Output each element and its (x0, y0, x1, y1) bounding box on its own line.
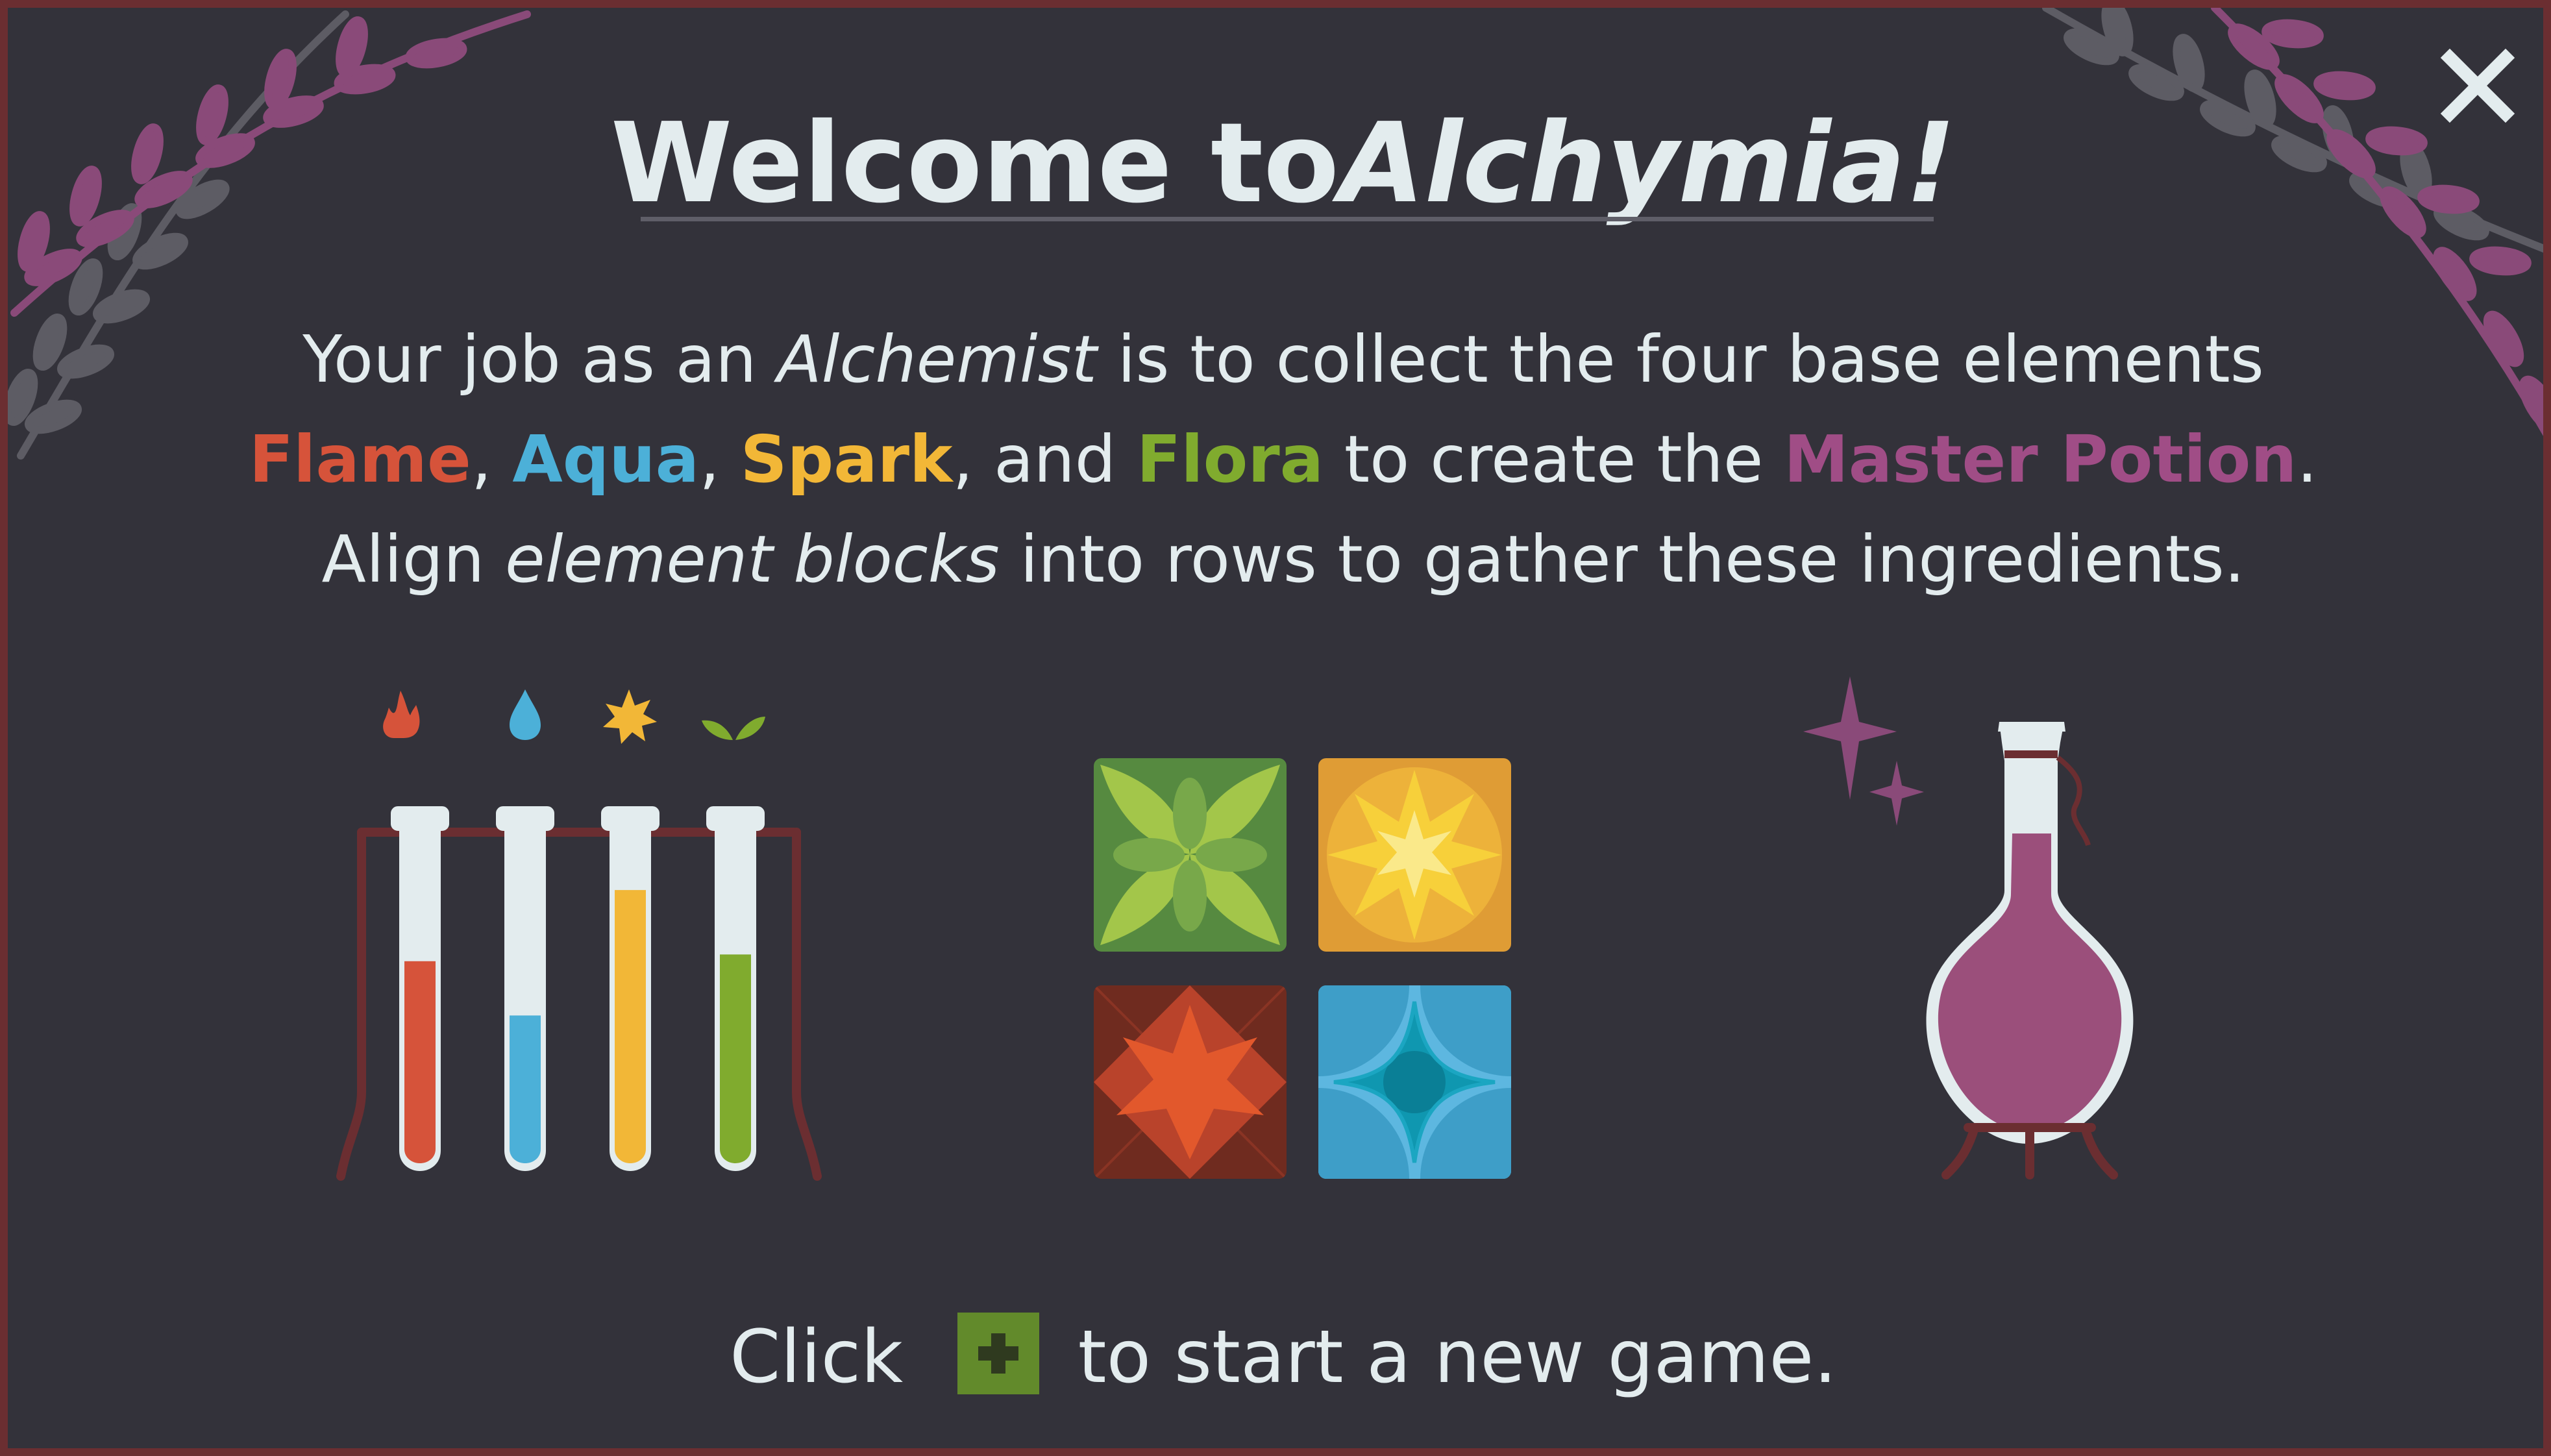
intro-text-segment: Align (321, 521, 506, 597)
game-name: Alchymia! (1339, 99, 1956, 228)
element-blocks-term: element blocks (505, 521, 1000, 597)
separator: , (471, 421, 513, 497)
intro-text-segment: is to collect the four base elements (1096, 321, 2264, 397)
spark-tile (1318, 758, 1511, 952)
element-aqua-label: Aqua (512, 421, 700, 497)
element-flora-label: Flora (1137, 421, 1324, 497)
alchemist-term: Alchemist (777, 321, 1097, 397)
welcome-dialog: Welcome to Alchymia! Your job as an Alch… (0, 0, 2551, 1456)
flame-liquid-level (404, 961, 436, 1163)
element-blocks-grid (1094, 758, 1511, 1179)
dialog-title: Welcome to Alchymia! (8, 92, 2543, 235)
intro-text-segment: to create the (1324, 421, 1784, 497)
title-prefix: Welcome to (610, 99, 1340, 228)
element-flame-label: Flame (249, 421, 471, 497)
test-tube-rack-illustration (336, 689, 822, 1181)
sparkle-icon (1803, 676, 1924, 826)
intro-line-3: Align element blocks into rows to gather… (8, 510, 2543, 610)
water-drop-icon (510, 689, 541, 740)
master-potion-flask-icon (1803, 676, 2134, 1179)
master-potion-label: Master Potion (1784, 421, 2297, 497)
spark-liquid-level (615, 890, 646, 1163)
title-underline (641, 217, 1934, 221)
leaf-icon (702, 717, 765, 740)
intro-text-segment: into rows to gather these ingredients. (999, 521, 2245, 597)
footer-instruction: Click to start a new game. (8, 1301, 2543, 1409)
intro-text-segment: . (2297, 421, 2318, 497)
footer-text-after: to start a new game. (1078, 1315, 1837, 1400)
plus-icon (978, 1333, 1018, 1374)
intro-text: Your job as an Alchemist is to collect t… (8, 310, 2543, 610)
intro-line-2: Flame, Aqua, Spark, and Flora to create … (8, 410, 2543, 510)
separator: , and (952, 421, 1137, 497)
footer-text-before: Click (730, 1315, 926, 1400)
new-game-button[interactable] (957, 1313, 1039, 1395)
separator: , (699, 421, 741, 497)
flame-icon (383, 691, 420, 738)
element-spark-label: Spark (740, 421, 953, 497)
spark-star-icon (603, 689, 657, 744)
flora-tile (1094, 758, 1287, 952)
intro-line-1: Your job as an Alchemist is to collect t… (8, 310, 2543, 410)
intro-text-segment: Your job as an (302, 321, 778, 397)
aqua-liquid-level (510, 1015, 541, 1163)
flame-tile (1094, 985, 1287, 1179)
aqua-tile (1318, 985, 1511, 1179)
flora-liquid-level (720, 954, 751, 1163)
